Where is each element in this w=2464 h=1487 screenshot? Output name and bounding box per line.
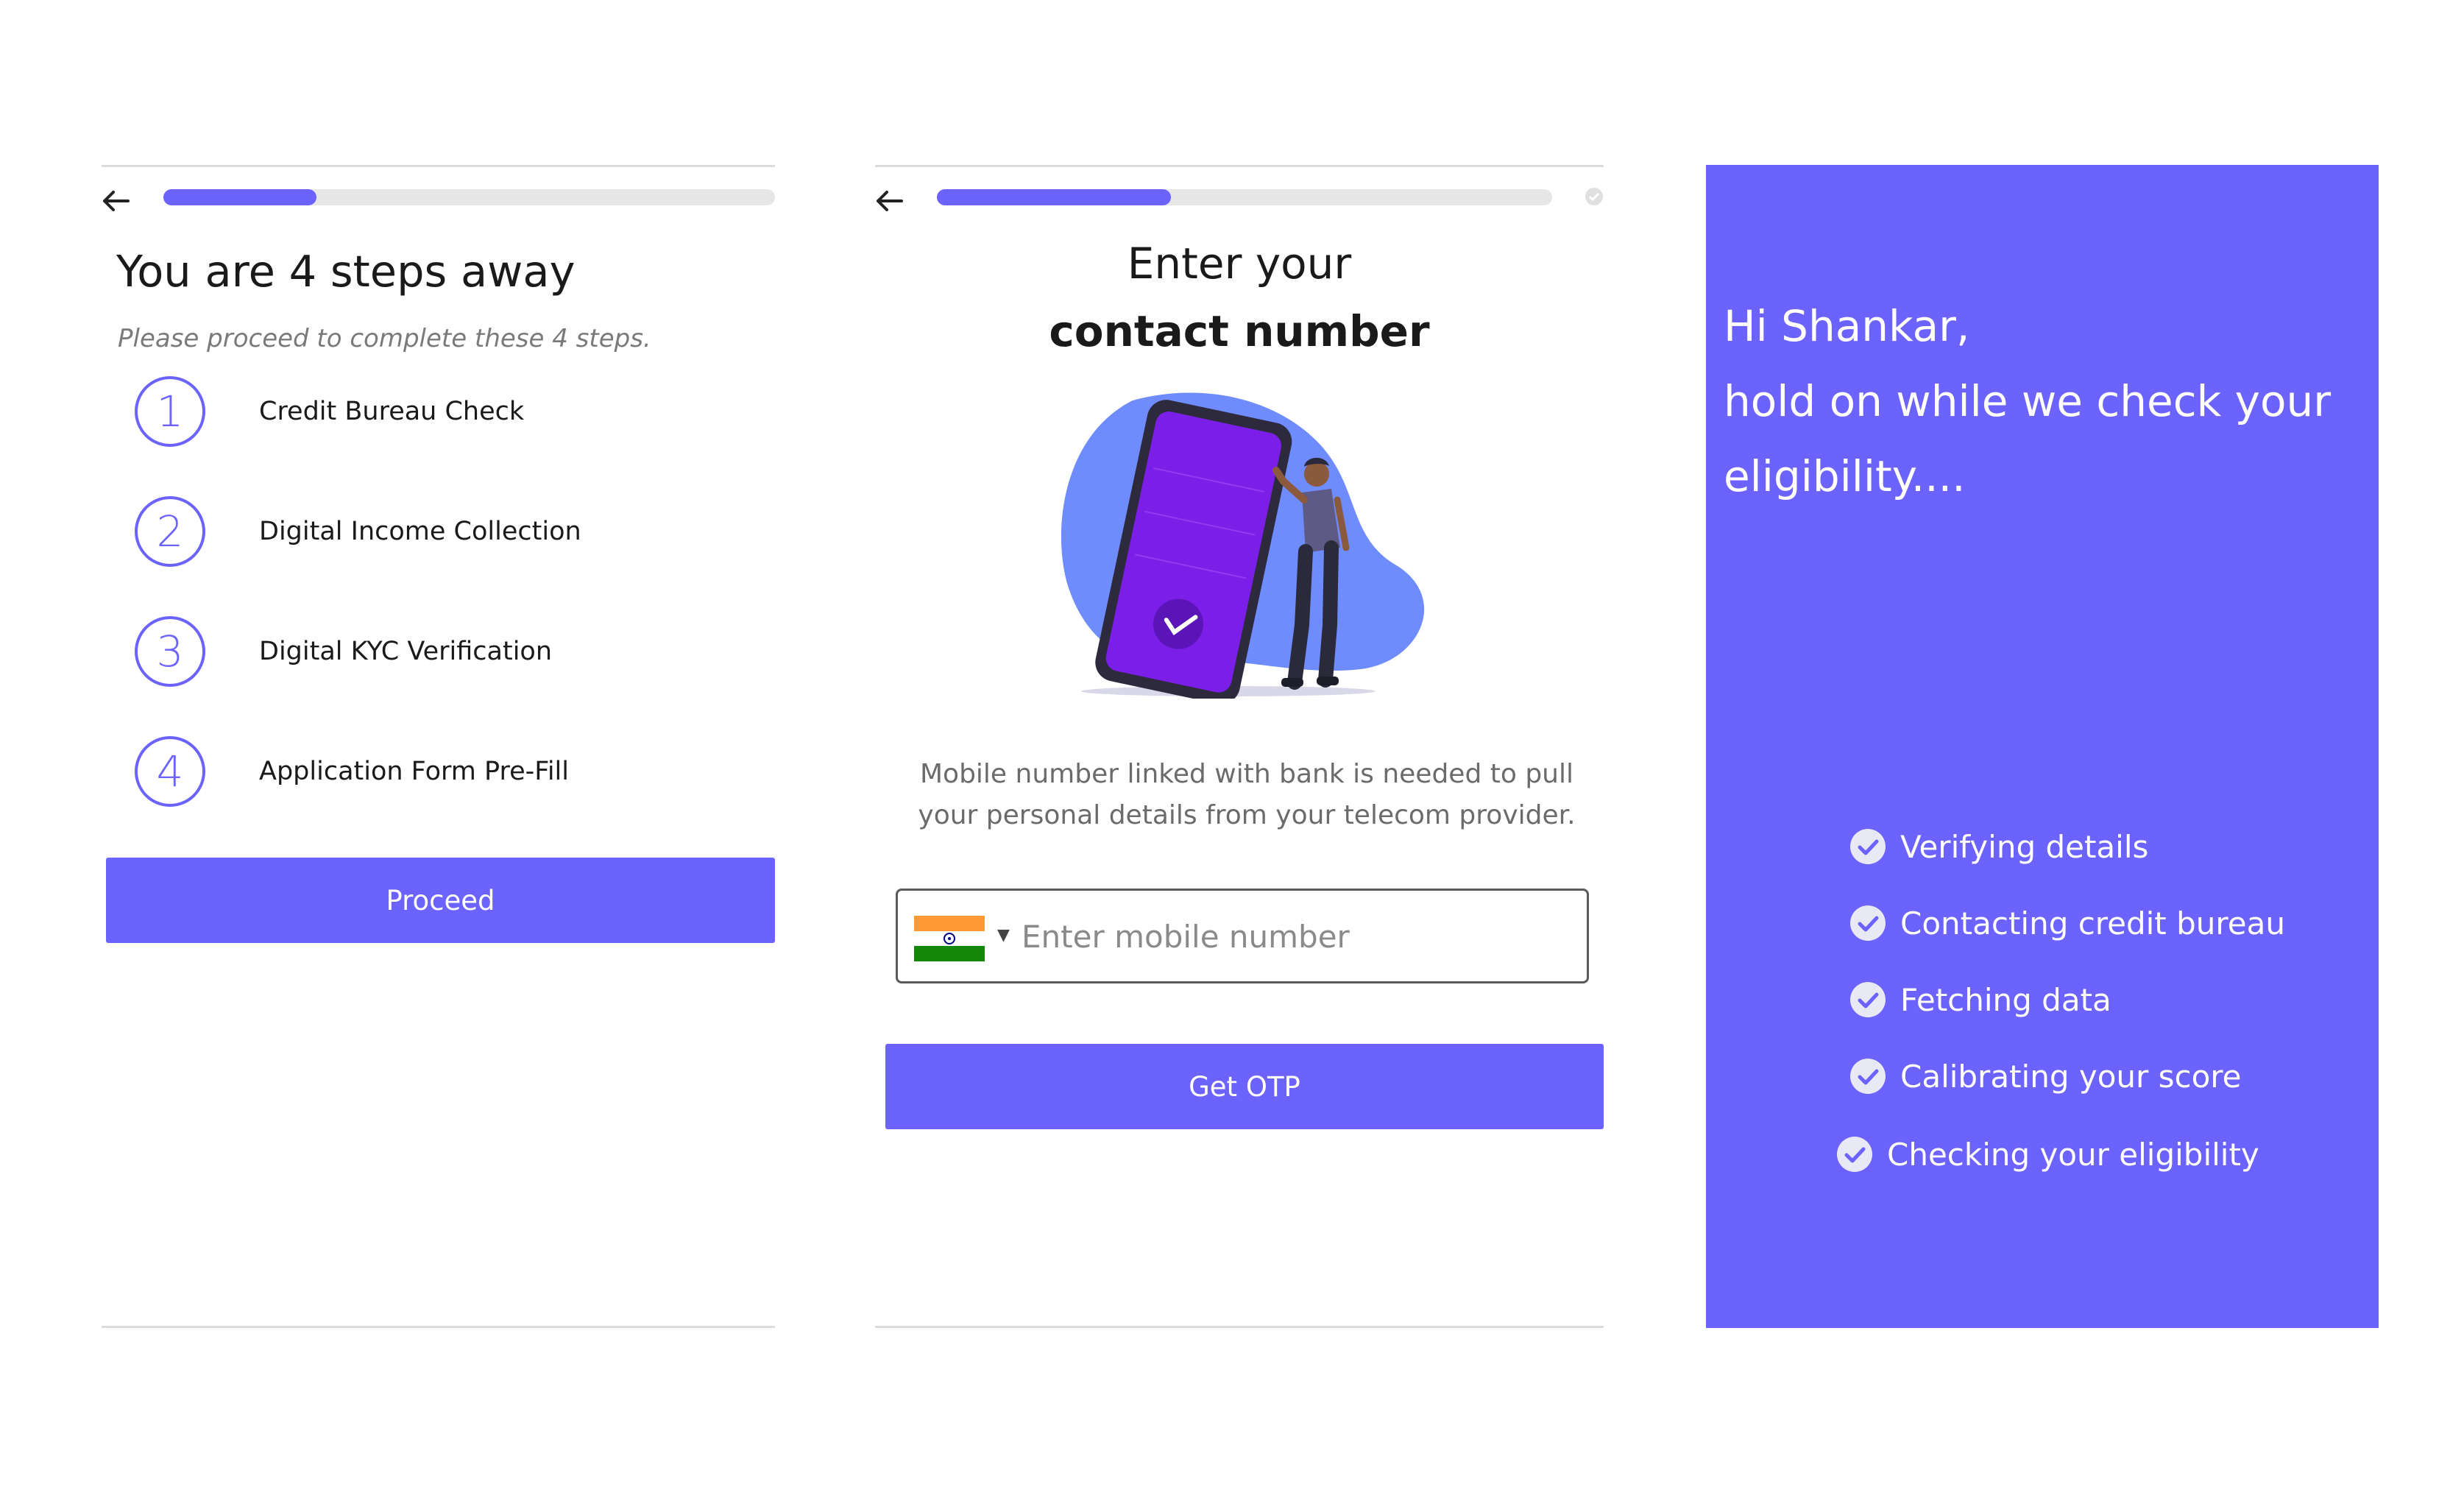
- step-label: Credit Bureau Check: [259, 397, 525, 426]
- bottom-divider: [875, 1326, 1604, 1328]
- checklist-label: Checking your eligibility: [1887, 1136, 2259, 1173]
- top-divider: [875, 165, 1604, 167]
- checklist-label: Verifying details: [1900, 828, 2149, 865]
- mobile-number-input[interactable]: [1022, 911, 1566, 961]
- step-number-circle: 2: [135, 496, 205, 567]
- check-circle-icon: [1837, 1137, 1872, 1172]
- progress-bar-fill: [937, 189, 1171, 205]
- checklist-label: Calibrating your score: [1900, 1058, 2242, 1095]
- page-title-line-2: contact number: [1049, 306, 1430, 356]
- step-label: Digital KYC Verification: [259, 637, 553, 666]
- check-circle-icon: [1850, 829, 1886, 864]
- step-label: Digital Income Collection: [259, 517, 581, 546]
- description-text: Mobile number linked with bank is needed…: [918, 759, 1576, 830]
- status-message: hold on while we check your eligibility.…: [1724, 376, 2332, 501]
- page-title-line-1: Enter your: [1127, 239, 1352, 289]
- checklist-item: Checking your eligibility: [1835, 1132, 2259, 1176]
- step-number-circle: 3: [135, 616, 205, 687]
- back-arrow-icon[interactable]: [872, 184, 906, 218]
- phone-number-field: ▼: [896, 889, 1589, 983]
- eligibility-check-screen: Hi Shankar, hold on while we check your …: [1706, 165, 2379, 1328]
- checklist-item: Calibrating your score: [1849, 1054, 2241, 1098]
- step-item-4: 4 Application Form Pre-Fill: [135, 736, 768, 813]
- page-subtitle: Please proceed to complete these 4 steps…: [118, 324, 651, 353]
- back-arrow-icon[interactable]: [99, 184, 132, 218]
- page-title: You are 4 steps away: [116, 246, 576, 297]
- step-item-3: 3 Digital KYC Verification: [135, 616, 768, 693]
- step-number-circle: 4: [135, 736, 205, 807]
- step-item-2: 2 Digital Income Collection: [135, 496, 768, 573]
- chevron-down-icon[interactable]: ▼: [997, 926, 1010, 944]
- checklist-item: Contacting credit bureau: [1849, 901, 2285, 945]
- step-label: Application Form Pre-Fill: [259, 757, 570, 786]
- bottom-divider: [102, 1326, 775, 1328]
- steps-screen: You are 4 steps away Please proceed to c…: [102, 165, 775, 1328]
- checklist-label: Fetching data: [1900, 981, 2111, 1018]
- check-circle-icon: [1850, 1059, 1886, 1094]
- checklist-label: Contacting credit bureau: [1900, 905, 2285, 942]
- step-number-circle: 1: [135, 376, 205, 447]
- progress-bar-fill: [163, 189, 316, 205]
- greeting-text: Hi Shankar,: [1724, 301, 1970, 351]
- progress-bar: [937, 189, 1552, 205]
- top-divider: [102, 165, 775, 167]
- check-circle-icon: [1850, 982, 1886, 1017]
- proceed-button[interactable]: Proceed: [106, 858, 775, 943]
- get-otp-button[interactable]: Get OTP: [885, 1044, 1604, 1129]
- checklist-item: Fetching data: [1849, 978, 2111, 1022]
- india-flag-icon[interactable]: [914, 916, 985, 961]
- phone-verification-illustration: [1061, 392, 1425, 699]
- check-circle-icon: [1585, 188, 1603, 205]
- checklist-item: Verifying details: [1849, 824, 2148, 869]
- progress-bar: [163, 189, 775, 205]
- step-item-1: 1 Credit Bureau Check: [135, 376, 768, 453]
- contact-number-screen: Enter your contact number Mobile number …: [875, 165, 1604, 1328]
- check-circle-icon: [1850, 905, 1886, 941]
